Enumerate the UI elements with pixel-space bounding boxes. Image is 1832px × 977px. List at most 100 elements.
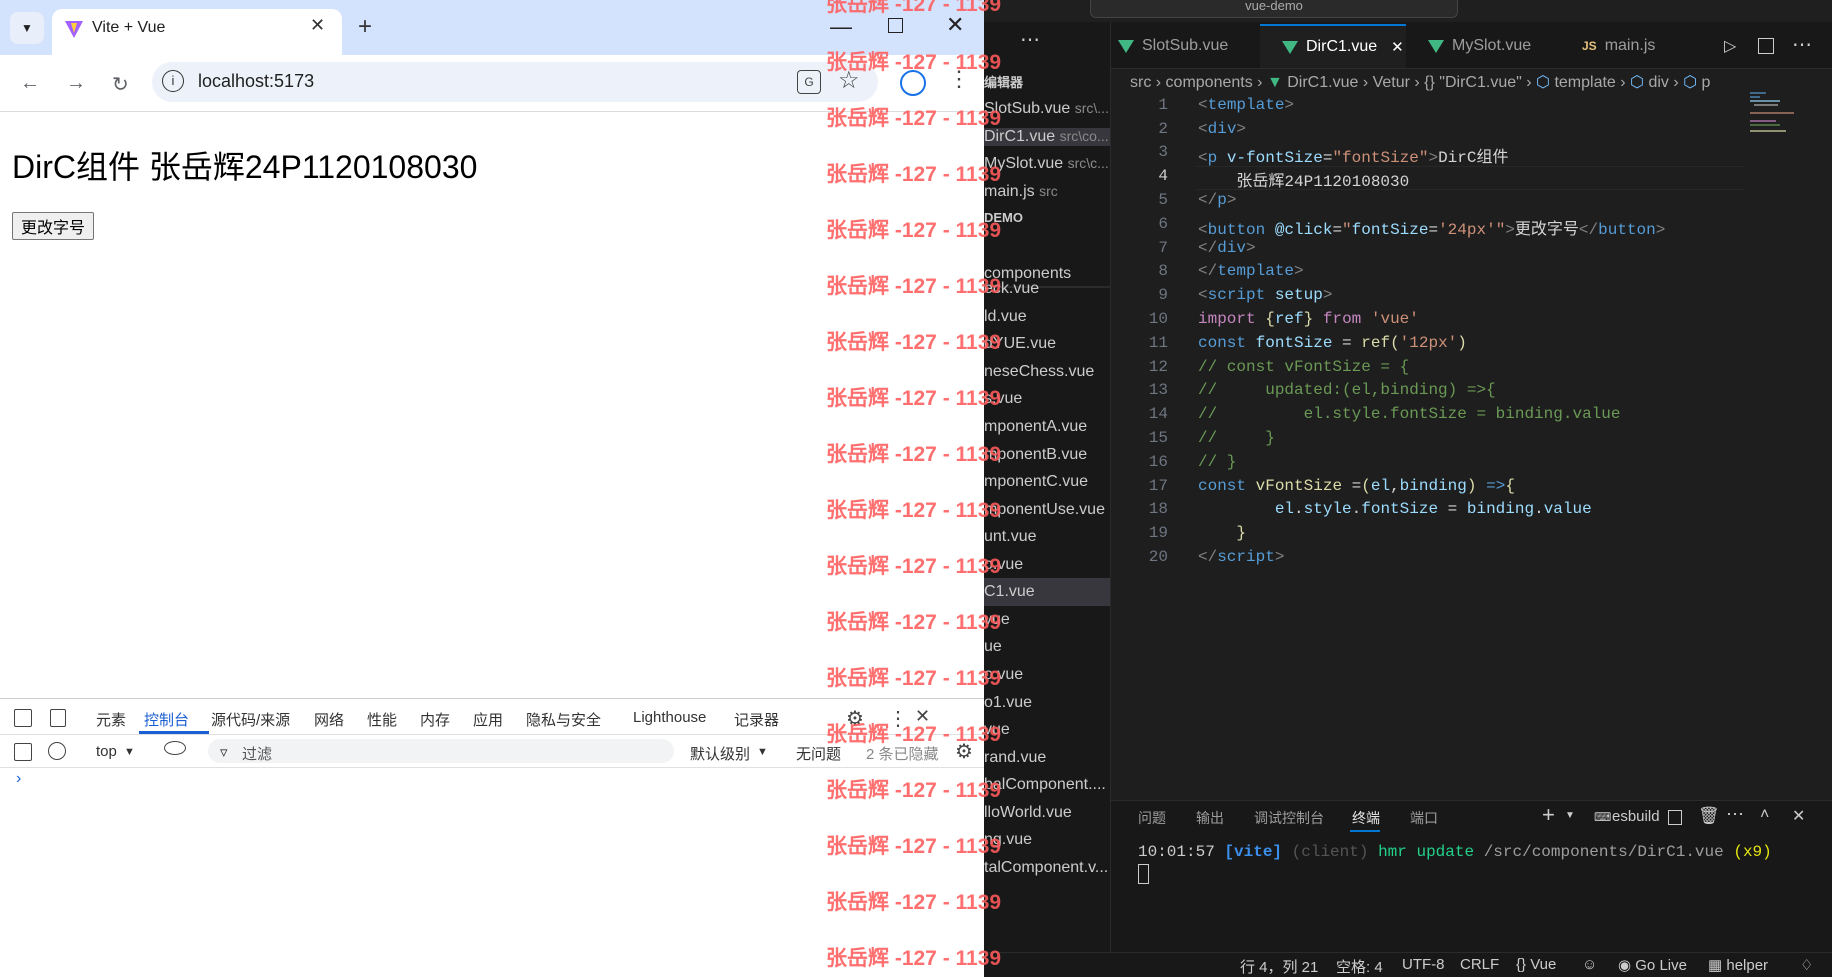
editor-tab-dirc1[interactable]: DirC1.vue ✕ [1260,24,1406,68]
file-item[interactable]: mponentC.vue [984,473,1088,491]
close-icon[interactable]: ✕ [310,15,325,36]
code-line[interactable]: const vFontSize =(el,binding) =>{ [1198,477,1515,495]
code-line[interactable]: </script> [1198,548,1284,566]
run-icon[interactable]: ▷ [1724,36,1736,56]
minimap[interactable] [1750,92,1810,138]
panel-tab-debug-console[interactable]: 调试控制台 [1254,808,1324,828]
code-line[interactable]: </template> [1198,262,1304,280]
file-item-selected[interactable]: C1.vue [984,583,1035,601]
breadcrumb-item[interactable]: DirC1.vue [1287,74,1358,91]
code-line[interactable]: // const vFontSize = { [1198,358,1409,376]
panel-tab-ports[interactable]: 端口 [1410,808,1438,828]
breadcrumb-item[interactable]: src [1130,74,1151,91]
device-toolbar-icon[interactable] [50,709,66,727]
file-item[interactable]: lloWorld.vue [984,804,1072,822]
devtools-tab-memory[interactable]: 内存 [420,709,450,730]
breadcrumb-item[interactable]: div [1648,74,1668,91]
more-actions-icon[interactable]: ⋯ [1020,27,1040,52]
live-expression-eye-icon[interactable] [164,741,186,755]
file-item[interactable]: o1.vue [984,694,1032,712]
address-bar-url[interactable]: localhost:5173 [198,71,314,92]
devtools-tab-lighthouse[interactable]: Lighthouse [633,709,706,726]
panel-more-icon[interactable]: ⋯ [1726,804,1744,825]
new-terminal-icon[interactable]: + [1542,802,1555,828]
split-editor-icon[interactable] [1758,38,1774,54]
open-editor-item[interactable]: SlotSub.vue src\... [984,100,1109,118]
file-item[interactable]: unt.vue [984,528,1036,546]
close-panel-icon[interactable]: ✕ [1792,806,1805,826]
chevron-down-icon[interactable]: ▼ [1565,810,1575,821]
code-line[interactable]: <div> [1198,120,1246,138]
panel-tab-output[interactable]: 输出 [1196,808,1224,828]
file-item[interactable]: neseChess.vue [984,363,1094,381]
site-info-icon[interactable]: i [162,70,184,92]
breadcrumb-item[interactable]: {} "DirC1.vue" [1424,74,1522,91]
devtools-tab-performance[interactable]: 性能 [367,709,397,730]
notifications-icon[interactable]: ♢ [1800,956,1813,974]
translate-icon[interactable]: G [797,70,821,94]
status-encoding[interactable]: UTF-8 [1402,956,1445,973]
file-item[interactable]: ld.vue [984,308,1027,326]
console-sidebar-icon[interactable] [14,743,32,761]
breadcrumb-item[interactable]: p [1702,74,1711,91]
panel-tab-terminal[interactable]: 终端 [1352,808,1380,828]
command-center-search[interactable]: vue-demo [1090,0,1458,18]
panel-tab-problems[interactable]: 问题 [1138,808,1166,828]
status-helper[interactable]: ▦ helper [1708,956,1768,974]
reload-icon[interactable]: ↻ [112,72,129,97]
log-level-select[interactable]: 默认级别 [690,743,750,764]
code-line[interactable]: // } [1198,429,1275,447]
file-item[interactable]: rand.vue [984,749,1046,767]
console-filter-input[interactable] [208,739,674,763]
terminal-name[interactable]: esbuild [1612,808,1660,825]
code-line[interactable]: <template> [1198,96,1294,114]
terminal-cursor[interactable] [1138,864,1149,884]
kill-terminal-icon[interactable]: 🗑 [1698,806,1720,826]
code-line[interactable]: // updated:(el,binding) =>{ [1198,381,1496,399]
code-line[interactable]: <p v-fontSize="fontSize">DirC组件 [1198,143,1509,167]
tab-search-button[interactable]: ▼ [10,12,44,44]
devtools-tab-recorder[interactable]: 记录器 [734,709,779,730]
maximize-icon[interactable] [888,18,903,33]
copilot-icon[interactable]: ☺ [1582,956,1597,973]
status-golive[interactable]: ◉ Go Live [1618,956,1687,974]
file-item[interactable]: mponentA.vue [984,418,1087,436]
code-line[interactable]: <script setup> [1198,286,1332,304]
code-line[interactable]: import {ref} from 'vue' [1198,310,1419,328]
editor-tab-mainjs[interactable]: JS main.js [1582,24,1682,68]
context-selector[interactable]: top [96,743,117,760]
devtools-tab-privacy[interactable]: 隐私与安全 [526,709,601,730]
code-line[interactable]: el.style.fontSize = binding.value [1198,500,1592,518]
devtools-tab-elements[interactable]: 元素 [96,709,126,730]
file-item[interactable]: talComponent.v... [984,859,1108,877]
change-font-size-button[interactable]: 更改字号 [12,212,95,240]
file-item[interactable]: ue [984,638,1002,656]
code-line[interactable]: <button @click="fontSize='24px'">更改字号</b… [1198,215,1665,239]
status-eol[interactable]: CRLF [1460,956,1499,973]
breadcrumb-item[interactable]: template [1554,74,1615,91]
new-tab-icon[interactable]: + [358,13,372,41]
split-terminal-icon[interactable] [1668,810,1682,825]
status-indentation[interactable]: 空格: 4 [1336,956,1383,977]
code-line[interactable]: </p> [1198,191,1236,209]
devtools-tab-sources[interactable]: 源代码/来源 [211,709,290,730]
back-icon[interactable]: ← [20,72,40,95]
devtools-tab-console[interactable]: 控制台 [144,709,189,730]
code-line[interactable]: } [1198,524,1246,542]
inspect-element-icon[interactable] [14,709,32,727]
breadcrumb-item[interactable]: components [1166,74,1253,91]
editor-tab-myslot[interactable]: MySlot.vue [1428,24,1568,68]
file-item[interactable]: balComponent.... [984,776,1106,794]
code-line[interactable]: </div> [1198,239,1256,257]
open-editor-item[interactable]: DirC1.vue src\co... [984,128,1110,146]
code-line[interactable]: // el.style.fontSize = binding.value [1198,405,1620,423]
editor-more-icon[interactable]: ⋯ [1792,32,1812,57]
status-cursor-position[interactable]: 行 4，列 21 [1240,956,1318,977]
code-line[interactable]: const fontSize = ref('12px') [1198,334,1467,352]
devtools-tab-network[interactable]: 网络 [314,709,344,730]
console-prompt[interactable]: › [16,770,21,788]
code-line[interactable]: // } [1198,453,1236,471]
maximize-panel-icon[interactable]: ˄ [1760,806,1769,824]
breadcrumb-item[interactable]: Vetur [1373,74,1410,91]
code-line[interactable]: 张岳辉24P1120108030 [1198,167,1409,191]
